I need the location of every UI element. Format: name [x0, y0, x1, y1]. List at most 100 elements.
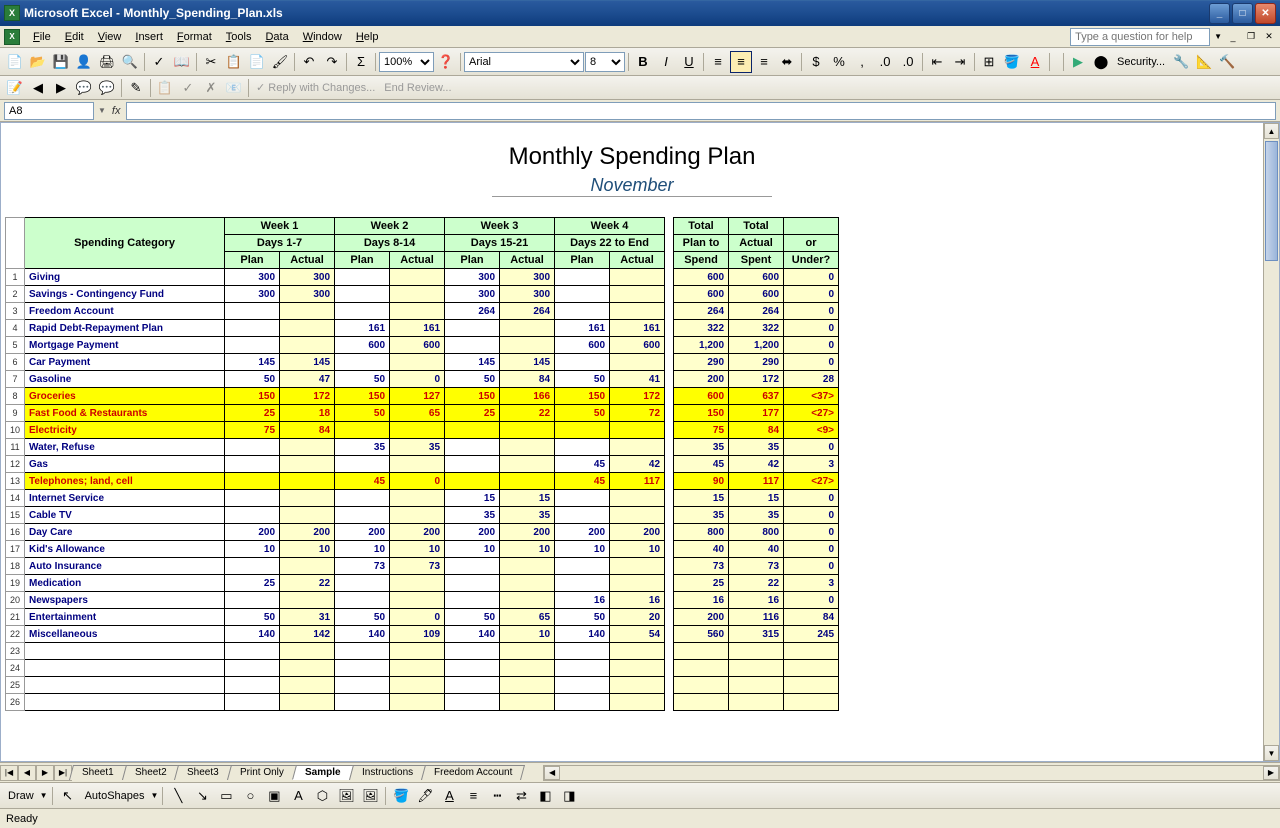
menu-data[interactable]: Data: [258, 29, 295, 45]
total-actual-cell[interactable]: 800: [729, 524, 784, 541]
plan-cell[interactable]: 73: [335, 558, 390, 575]
over-under-cell[interactable]: 84: [784, 609, 839, 626]
total-actual-cell[interactable]: 84: [729, 422, 784, 439]
total-actual-cell[interactable]: 264: [729, 303, 784, 320]
actual-cell[interactable]: [500, 558, 555, 575]
menu-file[interactable]: File: [26, 29, 58, 45]
plan-cell[interactable]: 16: [555, 592, 610, 609]
close-button[interactable]: ✕: [1255, 3, 1276, 24]
actual-cell[interactable]: [280, 439, 335, 456]
category-cell[interactable]: Day Care: [25, 524, 225, 541]
table-row[interactable]: 23: [6, 643, 839, 660]
total-plan-cell[interactable]: 322: [674, 320, 729, 337]
plan-cell[interactable]: [555, 677, 610, 694]
plan-cell[interactable]: [445, 422, 500, 439]
table-row[interactable]: 12Gas454245423: [6, 456, 839, 473]
total-plan-cell[interactable]: [674, 677, 729, 694]
actual-cell[interactable]: [280, 660, 335, 677]
category-cell[interactable]: Kid's Allowance: [25, 541, 225, 558]
plan-cell[interactable]: [555, 422, 610, 439]
table-row[interactable]: 24: [6, 660, 839, 677]
total-actual-cell[interactable]: 1,200: [729, 337, 784, 354]
over-under-cell[interactable]: 0: [784, 524, 839, 541]
category-cell[interactable]: Gas: [25, 456, 225, 473]
actual-cell[interactable]: 145: [280, 354, 335, 371]
font-color-icon[interactable]: A: [1024, 51, 1046, 73]
menu-format[interactable]: Format: [170, 29, 219, 45]
actual-cell[interactable]: [610, 269, 665, 286]
plan-cell[interactable]: [225, 694, 280, 711]
bold-icon[interactable]: B: [632, 51, 654, 73]
show-all-icon[interactable]: 💬: [96, 77, 118, 99]
formula-input[interactable]: [126, 102, 1276, 120]
total-plan-cell[interactable]: 600: [674, 269, 729, 286]
open-icon[interactable]: 📂: [27, 51, 49, 73]
total-plan-cell[interactable]: [674, 694, 729, 711]
total-plan-cell[interactable]: 25: [674, 575, 729, 592]
plan-cell[interactable]: [225, 456, 280, 473]
tab-prev-icon[interactable]: ◀: [18, 765, 36, 781]
actual-cell[interactable]: 200: [500, 524, 555, 541]
category-cell[interactable]: [25, 643, 225, 660]
total-plan-cell[interactable]: 35: [674, 439, 729, 456]
research-icon[interactable]: 📖: [171, 51, 193, 73]
actual-cell[interactable]: [610, 677, 665, 694]
plan-cell[interactable]: 45: [555, 473, 610, 490]
total-actual-cell[interactable]: 637: [729, 388, 784, 405]
plan-cell[interactable]: 150: [445, 388, 500, 405]
category-cell[interactable]: Giving: [25, 269, 225, 286]
actual-cell[interactable]: [610, 575, 665, 592]
plan-cell[interactable]: 25: [445, 405, 500, 422]
plan-cell[interactable]: [225, 439, 280, 456]
over-under-cell[interactable]: 0: [784, 558, 839, 575]
actual-cell[interactable]: 31: [280, 609, 335, 626]
actual-cell[interactable]: 65: [390, 405, 445, 422]
total-plan-cell[interactable]: 1,200: [674, 337, 729, 354]
italic-icon[interactable]: I: [655, 51, 677, 73]
actual-cell[interactable]: [280, 677, 335, 694]
plan-cell[interactable]: [335, 507, 390, 524]
actual-cell[interactable]: [500, 337, 555, 354]
currency-icon[interactable]: $: [805, 51, 827, 73]
actual-cell[interactable]: 127: [390, 388, 445, 405]
plan-cell[interactable]: [555, 490, 610, 507]
table-row[interactable]: 18Auto Insurance737373730: [6, 558, 839, 575]
tab-freedom-account[interactable]: Freedom Account: [421, 765, 525, 780]
zoom-select[interactable]: 100%: [379, 52, 434, 72]
actual-cell[interactable]: 600: [390, 337, 445, 354]
dash-style-icon[interactable]: ┅: [486, 785, 508, 807]
actual-cell[interactable]: 142: [280, 626, 335, 643]
border-icon[interactable]: ⊞: [978, 51, 1000, 73]
category-cell[interactable]: [25, 660, 225, 677]
actual-cell[interactable]: 300: [500, 269, 555, 286]
category-cell[interactable]: Rapid Debt-Repayment Plan: [25, 320, 225, 337]
actual-cell[interactable]: [500, 694, 555, 711]
actual-cell[interactable]: 10: [280, 541, 335, 558]
total-actual-cell[interactable]: [729, 660, 784, 677]
actual-cell[interactable]: [610, 354, 665, 371]
plan-cell[interactable]: [445, 473, 500, 490]
over-under-cell[interactable]: 0: [784, 269, 839, 286]
over-under-cell[interactable]: 0: [784, 507, 839, 524]
controls-icon[interactable]: 🔨: [1216, 51, 1238, 73]
actual-cell[interactable]: [610, 286, 665, 303]
wordart-icon[interactable]: A: [287, 785, 309, 807]
plan-cell[interactable]: [225, 337, 280, 354]
category-cell[interactable]: Auto Insurance: [25, 558, 225, 575]
table-row[interactable]: 7Gasoline50475005084504120017228: [6, 371, 839, 388]
doc-max-button[interactable]: ❐: [1244, 30, 1258, 44]
actual-cell[interactable]: [610, 643, 665, 660]
actual-cell[interactable]: 172: [280, 388, 335, 405]
menu-window[interactable]: Window: [296, 29, 349, 45]
category-cell[interactable]: Freedom Account: [25, 303, 225, 320]
rectangle-icon[interactable]: ▭: [215, 785, 237, 807]
plan-cell[interactable]: [445, 337, 500, 354]
actual-cell[interactable]: [390, 269, 445, 286]
doc-restore-button[interactable]: _: [1226, 30, 1240, 44]
total-actual-cell[interactable]: 600: [729, 269, 784, 286]
plan-cell[interactable]: [445, 660, 500, 677]
actual-cell[interactable]: [280, 643, 335, 660]
doc-close-button[interactable]: ✕: [1262, 30, 1276, 44]
actual-cell[interactable]: 42: [610, 456, 665, 473]
plan-cell[interactable]: 10: [335, 541, 390, 558]
